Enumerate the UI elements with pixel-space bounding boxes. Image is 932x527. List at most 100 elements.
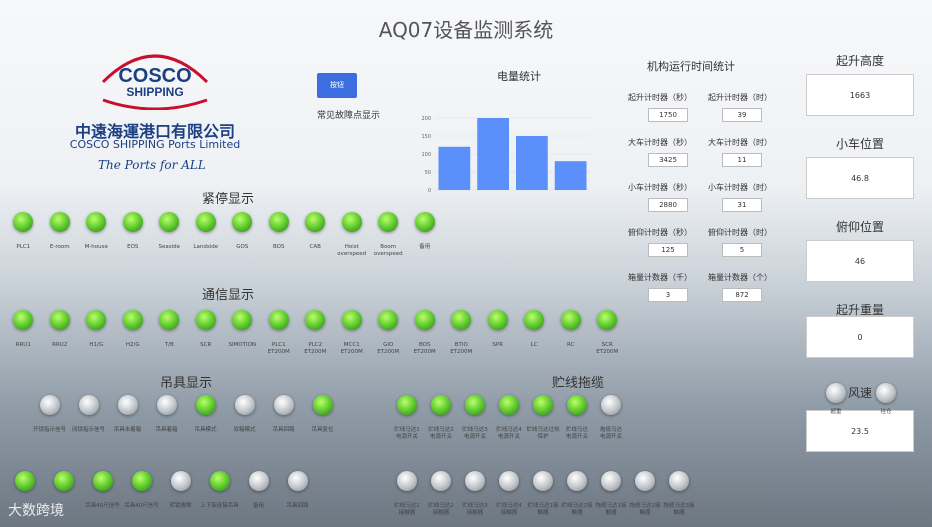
hoist-indicators-2: 贮线马达1 接触器 贮线马达2 接触器 贮线马达3 接触器 贮线马达4 接触器 贮线马达… bbox=[390, 471, 696, 517]
indicator: 贮线马达1 电源开关 bbox=[390, 395, 424, 441]
status-lamp-off-icon bbox=[567, 471, 587, 491]
indicator: 转锁故障 bbox=[161, 471, 200, 517]
company-logo: COSCO SHIPPING 中遠海運港口有限公司 COSCO SHIPPING… bbox=[60, 48, 250, 178]
status-lamp-on-icon bbox=[378, 310, 399, 330]
indicator: PLC1 ET200M bbox=[261, 310, 298, 356]
status-lamp-off-icon bbox=[499, 471, 519, 491]
status-lamp-on-icon bbox=[49, 212, 70, 232]
indicator-label: BOS ET200M bbox=[413, 342, 436, 355]
timer-label: 箱量计数器（千） bbox=[628, 273, 692, 282]
indicator: 开锁指示信号 bbox=[30, 395, 69, 441]
indicator: 拖缆马达2接触器 bbox=[628, 471, 662, 517]
indicator-label: H2/G bbox=[125, 342, 140, 348]
indicator-label: RC bbox=[567, 342, 575, 348]
status-lamp-on-icon bbox=[597, 310, 618, 330]
status-lamp-on-icon bbox=[414, 212, 435, 232]
indicator: LC bbox=[516, 310, 553, 356]
indicator-label: 吊具回路 bbox=[272, 427, 295, 433]
status-lamp-on-icon bbox=[195, 310, 216, 330]
indicator-label: 吊具着箱 bbox=[155, 427, 178, 433]
indicator: 贮线马达3 接触器 bbox=[458, 471, 492, 517]
timer-value: 3 bbox=[648, 288, 688, 302]
indicator-label: BTIO ET200M bbox=[450, 342, 473, 355]
indicator: 贮线马达4 电源开关 bbox=[492, 395, 526, 441]
indicator: RC bbox=[553, 310, 590, 356]
status-lamp-on-icon bbox=[195, 212, 216, 232]
indicator-label: EOS bbox=[127, 244, 139, 250]
indicator-label: 贮线马达3 接触器 bbox=[462, 503, 488, 516]
indicator: PLC1 bbox=[5, 212, 42, 258]
status-lamp-off-icon bbox=[669, 471, 689, 491]
indicator-label: 开锁指示信号 bbox=[32, 427, 66, 433]
status-lamp-off-icon bbox=[431, 471, 451, 491]
indicator: Hoist overspeed bbox=[334, 212, 371, 258]
logo-tagline: The Ports for ALL bbox=[98, 158, 206, 172]
indicator: 贮线马达2 电源开关 bbox=[424, 395, 458, 441]
status-lamp-on-icon bbox=[268, 310, 289, 330]
readout-value: 46.8 bbox=[806, 157, 914, 199]
indicator-label: 拖缆马达 电源开关 bbox=[599, 427, 622, 440]
comm-title: 通信显示 bbox=[202, 288, 255, 303]
logo-en-name: COSCO SHIPPING Ports Limited bbox=[69, 138, 241, 151]
indicator: 挂仓 bbox=[870, 383, 902, 423]
indicator-label: 贮线马达4 接触器 bbox=[496, 503, 522, 516]
readout-value: 46 bbox=[806, 240, 914, 282]
power-chart: 0 50 100 150 200 bbox=[421, 116, 590, 194]
indicator-label: 贮线马达过热保护 bbox=[526, 427, 560, 440]
indicator: 贮线马达 电源开关 bbox=[560, 395, 594, 441]
status-lamp-off-icon bbox=[287, 471, 308, 491]
status-lamp-off-icon bbox=[635, 471, 655, 491]
indicator-label: 拖缆马达1接触器 bbox=[595, 503, 627, 516]
readout-value: 0 bbox=[806, 316, 914, 358]
status-lamp-on-icon bbox=[431, 395, 451, 415]
status-lamp-on-icon bbox=[53, 471, 74, 491]
indicator: 吊具回路 bbox=[278, 471, 317, 517]
status-lamp-on-icon bbox=[122, 310, 143, 330]
timer-label: 箱量计数器（个） bbox=[708, 273, 772, 282]
indicator: CAB bbox=[297, 212, 334, 258]
status-lamp-on-icon bbox=[499, 395, 519, 415]
indicator: SPR bbox=[480, 310, 517, 356]
status-lamp-on-icon bbox=[451, 310, 472, 330]
fault-point-button[interactable]: 按钮 bbox=[317, 73, 357, 98]
timer-label: 小车计时器（时） bbox=[708, 183, 772, 192]
indicator: Seaside bbox=[151, 212, 188, 258]
status-lamp-on-icon bbox=[195, 395, 216, 415]
indicator: PLC2 ET200M bbox=[297, 310, 334, 356]
timer-value: 31 bbox=[722, 198, 762, 212]
status-lamp-on-icon bbox=[159, 212, 180, 232]
indicator-label: SIMOTION bbox=[228, 342, 257, 348]
timer-label: 小车计时器（秒） bbox=[628, 183, 692, 192]
watermark: 大数跨境 bbox=[8, 503, 64, 519]
status-lamp-on-icon bbox=[305, 212, 326, 232]
indicator-label: 贮线马达4 电源开关 bbox=[496, 427, 522, 440]
y-tick-label: 0 bbox=[428, 188, 431, 194]
timer-value: 5 bbox=[722, 243, 762, 257]
indicator: 贮线马达1接触器 bbox=[526, 471, 560, 517]
status-lamp-on-icon bbox=[533, 395, 553, 415]
status-lamp-off-icon bbox=[533, 471, 553, 491]
indicator-label: 闭锁指示信号 bbox=[71, 427, 105, 433]
indicator-label: H1/G bbox=[89, 342, 104, 348]
status-lamp-off-icon bbox=[397, 471, 417, 491]
indicator-label: T/B bbox=[164, 342, 174, 348]
timer-heading: 机构运行时间统计 bbox=[647, 60, 735, 73]
indicator: 备用 bbox=[407, 212, 444, 258]
status-lamp-off-icon bbox=[826, 383, 846, 403]
indicator: GIO ET200M bbox=[370, 310, 407, 356]
timer-label: 大车计时器（秒） bbox=[628, 138, 692, 147]
indicator-label: 贮线马达2 电源开关 bbox=[428, 427, 454, 440]
status-lamp-off-icon bbox=[601, 471, 621, 491]
status-lamp-on-icon bbox=[378, 212, 399, 232]
indicator: 贮线马达4 接触器 bbox=[492, 471, 526, 517]
status-lamp-off-icon bbox=[234, 395, 255, 415]
indicator: SCR ET200M bbox=[589, 310, 626, 356]
indicator: SIMOTION bbox=[224, 310, 261, 356]
indicator: H2/G bbox=[115, 310, 152, 356]
indicator-label: 贮线马达2 接触器 bbox=[428, 503, 454, 516]
y-tick-label: 50 bbox=[425, 170, 431, 176]
readout-label: 小车位置 bbox=[835, 137, 884, 151]
bar bbox=[438, 146, 471, 190]
indicator-label: 贮线马达1 接触器 bbox=[394, 503, 420, 516]
timer-label: 俯仰计时器（秒） bbox=[628, 228, 692, 237]
